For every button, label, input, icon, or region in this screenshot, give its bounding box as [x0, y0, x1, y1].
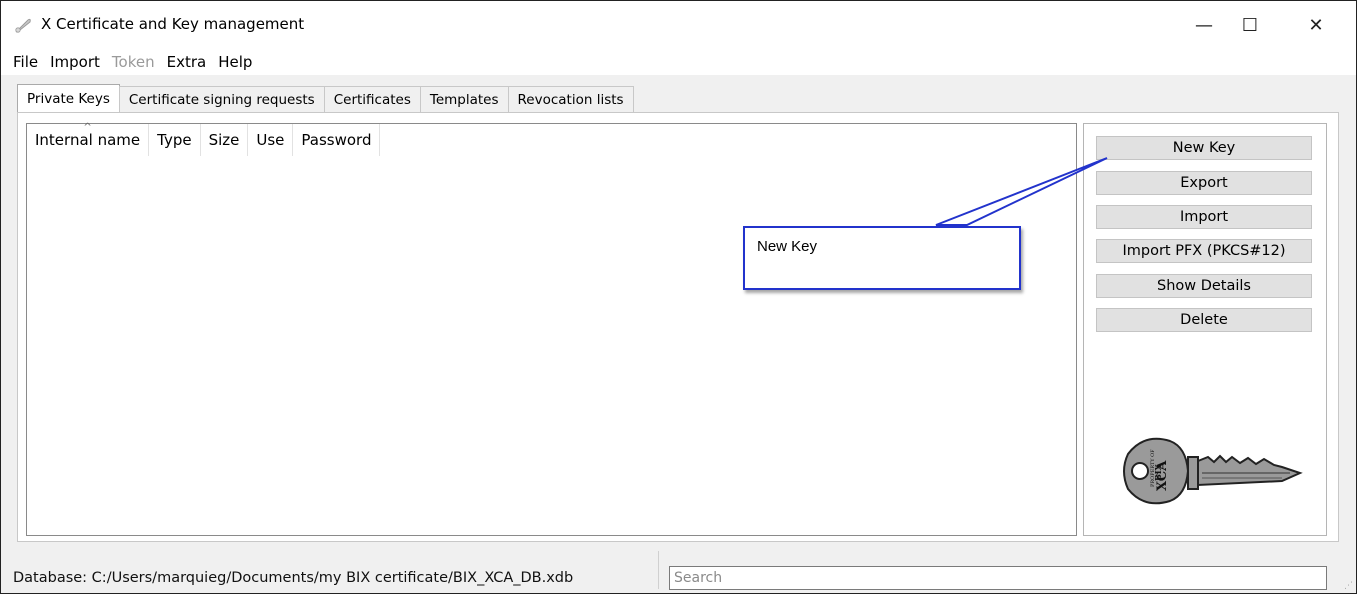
column-label: Password: [301, 131, 372, 149]
list-header: ^ Internal name Type Size Use Password: [27, 122, 381, 156]
import-pfx-button[interactable]: Import PFX (PKCS#12): [1096, 239, 1312, 263]
column-header-type[interactable]: Type: [149, 124, 201, 156]
search-input[interactable]: [669, 566, 1327, 590]
tab-bar: Private Keys Certificate signing request…: [17, 84, 634, 113]
maximize-icon: ☐: [1241, 14, 1259, 36]
status-divider: [658, 551, 659, 589]
actions-panel: New Key Export Import Import PFX (PKCS#1…: [1083, 123, 1327, 536]
menu-bar: File Import Token Extra Help: [1, 49, 1356, 75]
maximize-button[interactable]: ☐: [1227, 1, 1273, 49]
column-header-use[interactable]: Use: [248, 124, 294, 156]
column-label: Use: [256, 131, 285, 149]
menu-extra[interactable]: Extra: [161, 53, 213, 71]
key-brand-text: BIX: [1153, 463, 1163, 481]
tab-templates[interactable]: Templates: [419, 86, 509, 113]
tab-private-keys[interactable]: Private Keys: [17, 84, 120, 113]
menu-import[interactable]: Import: [44, 53, 106, 71]
menu-file[interactable]: File: [7, 53, 44, 71]
app-icon: [15, 18, 31, 33]
minimize-icon: —: [1195, 14, 1213, 36]
export-button[interactable]: Export: [1096, 171, 1312, 195]
show-details-button[interactable]: Show Details: [1096, 274, 1312, 298]
column-label: Size: [208, 131, 240, 149]
tab-pane-private-keys: ^ Internal name Type Size Use Password N…: [17, 112, 1339, 542]
column-header-password[interactable]: Password: [293, 124, 381, 156]
close-button[interactable]: ✕: [1293, 1, 1339, 49]
column-label: Type: [157, 131, 192, 149]
database-path-status: Database: C:/Users/marquieg/Documents/my…: [13, 570, 574, 586]
window-title: X Certificate and Key management: [41, 15, 305, 33]
resize-grip-icon[interactable]: ⋰: [1344, 581, 1354, 591]
menu-token: Token: [111, 53, 155, 71]
tab-certificates[interactable]: Certificates: [323, 86, 421, 113]
minimize-button[interactable]: —: [1181, 1, 1227, 49]
app-window: X Certificate and Key management — ☐ ✕ F…: [0, 0, 1357, 594]
keys-list-view[interactable]: ^ Internal name Type Size Use Password: [26, 122, 1077, 536]
menu-help[interactable]: Help: [212, 53, 258, 71]
column-label: Internal name: [35, 131, 141, 149]
tab-certificate-signing-requests[interactable]: Certificate signing requests: [118, 86, 325, 113]
close-icon: ✕: [1308, 14, 1324, 36]
title-bar[interactable]: X Certificate and Key management — ☐ ✕: [1, 1, 1356, 49]
delete-button[interactable]: Delete: [1096, 308, 1312, 332]
new-key-button[interactable]: New Key: [1096, 136, 1312, 160]
import-button[interactable]: Import: [1096, 205, 1312, 229]
column-header-internal-name[interactable]: ^ Internal name: [27, 122, 150, 156]
tab-revocation-lists[interactable]: Revocation lists: [507, 86, 634, 113]
callout-tooltip: New Key: [743, 226, 1021, 290]
key-illustration: XCA PROPERTY OF BIX: [1123, 437, 1303, 505]
column-header-size[interactable]: Size: [201, 124, 249, 156]
sort-ascending-icon: ^: [83, 122, 92, 133]
